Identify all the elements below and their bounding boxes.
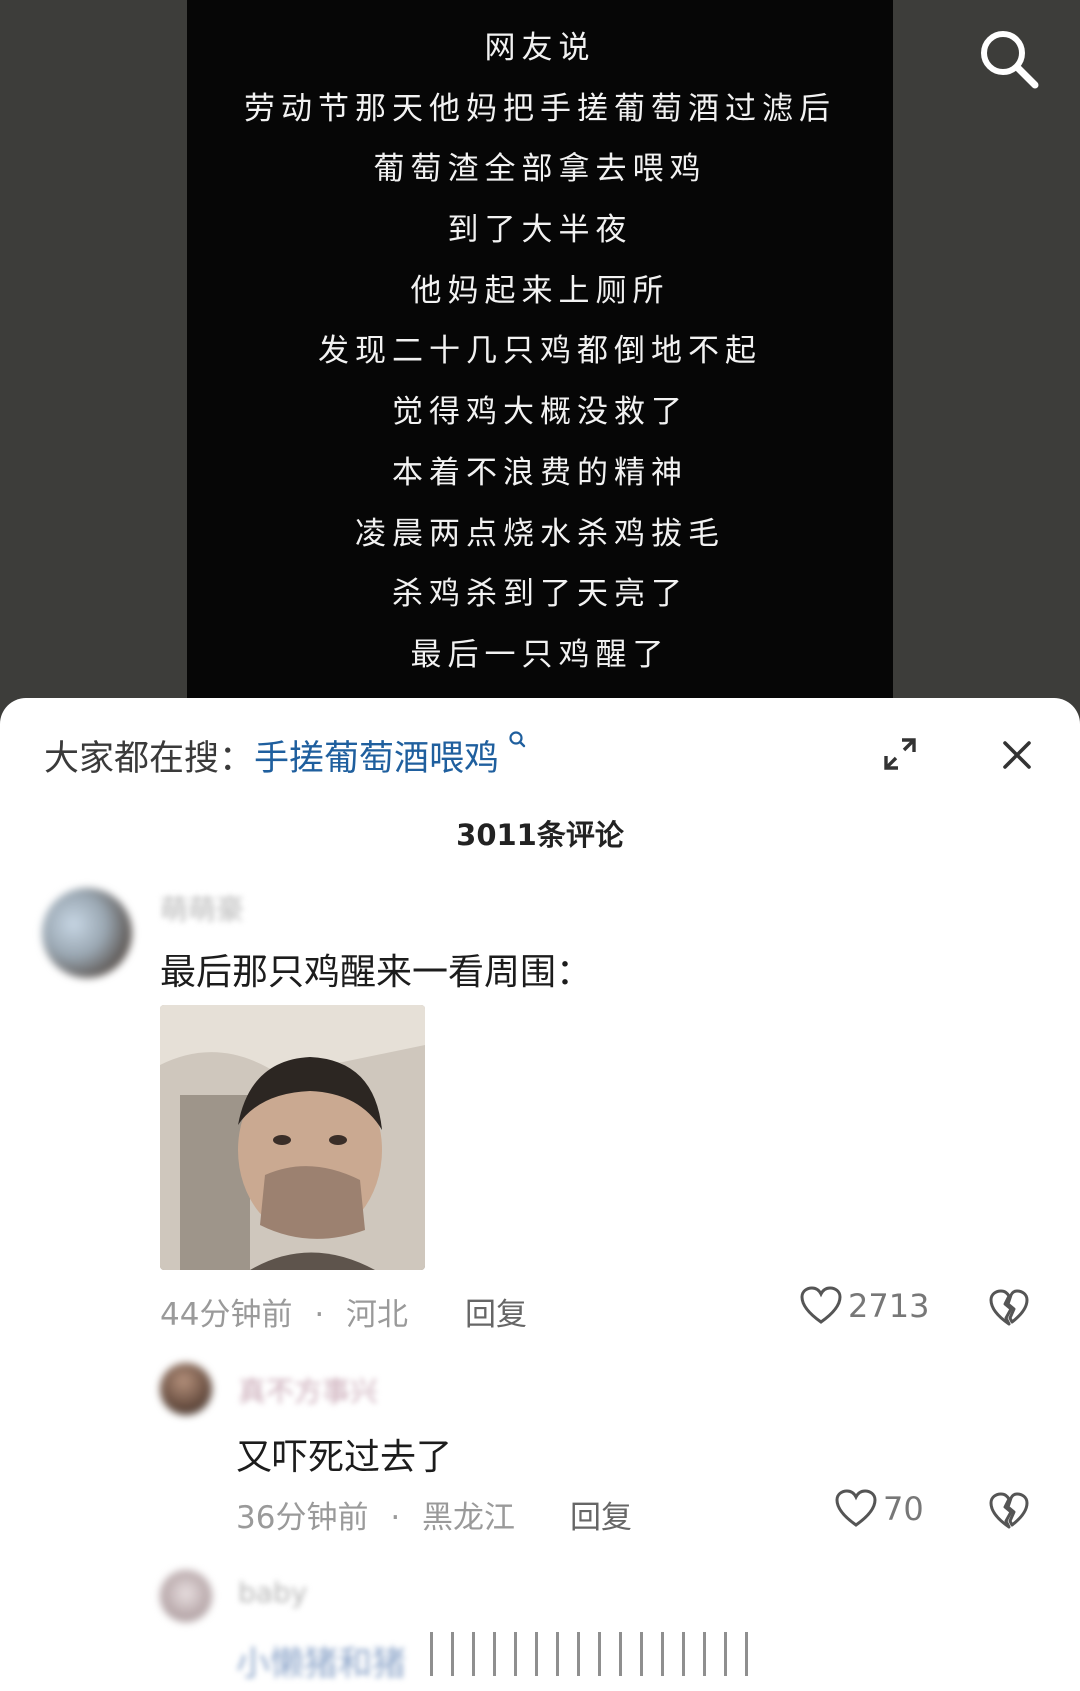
close-icon — [1003, 741, 1031, 769]
comment-location: 黑龙江 — [422, 1500, 516, 1536]
caption-line: 本着不浪费的精神 — [392, 454, 688, 491]
caption-line: 劳动节那天他妈把手搓葡萄酒过滤后 — [244, 90, 836, 127]
expand-icon — [884, 738, 916, 770]
caption-line: 最后一只鸡醒了 — [410, 636, 670, 673]
close-button[interactable] — [1000, 738, 1034, 772]
comments-sheet: 大家都在搜：手搓葡萄酒喂鸡 3011条评论 萌萌豪 最后那只鸡醒来一看周围： 4… — [0, 698, 1080, 1691]
hot-search-bar: 大家都在搜：手搓葡萄酒喂鸡 — [44, 730, 526, 781]
search-icon — [981, 31, 1039, 89]
username[interactable]: 萌萌豪 — [160, 888, 244, 928]
search-button[interactable] — [975, 25, 1045, 95]
avatar[interactable] — [160, 1570, 212, 1622]
like-button[interactable]: 2713 — [800, 1286, 929, 1326]
comment-text: 又吓死过去了 — [236, 1437, 453, 1478]
dislike-button[interactable] — [989, 1492, 1029, 1532]
comment-meta: 44分钟前 · 河北 — [160, 1289, 408, 1334]
like-count: 2713 — [848, 1287, 930, 1325]
comment-time: 36分钟前 — [236, 1500, 369, 1536]
caption-line: 到了大半夜 — [447, 212, 633, 249]
search-icon — [502, 731, 526, 757]
hot-search-keyword[interactable]: 手搓葡萄酒喂鸡 — [254, 739, 499, 779]
reply-button[interactable]: 回复 — [465, 1289, 527, 1334]
heart-icon — [800, 1286, 842, 1324]
redaction-bars — [430, 1632, 760, 1676]
meta-separator: · — [314, 1297, 325, 1333]
dislike-button[interactable] — [989, 1289, 1029, 1329]
caption-line: 杀鸡杀到了天亮了 — [392, 576, 688, 613]
comment-time: 44分钟前 — [160, 1297, 293, 1333]
hot-search-prefix: 大家都在搜： — [44, 739, 255, 779]
meta-separator: · — [390, 1500, 401, 1536]
reply-button[interactable]: 回复 — [570, 1492, 632, 1537]
avatar[interactable] — [160, 1363, 212, 1415]
like-count: 70 — [883, 1490, 924, 1528]
caption-line: 他妈起来上厕所 — [410, 272, 670, 309]
video-caption: 网友说 劳动节那天他妈把手搓葡萄酒过滤后 葡萄渣全部拿去喂鸡 到了大半夜 他妈起… — [187, 18, 893, 686]
username[interactable]: 真不方事兴 — [238, 1370, 378, 1410]
photo-content — [160, 1005, 425, 1270]
heart-icon — [835, 1489, 877, 1527]
caption-line: 觉得鸡大概没救了 — [392, 394, 688, 431]
comment-location: 河北 — [346, 1297, 409, 1333]
caption-line: 葡萄渣全部拿去喂鸡 — [373, 151, 707, 188]
comment-image[interactable] — [160, 1005, 425, 1270]
video-frame[interactable]: 网友说 劳动节那天他妈把手搓葡萄酒过滤后 葡萄渣全部拿去喂鸡 到了大半夜 他妈起… — [187, 0, 893, 700]
broken-heart-icon — [989, 1492, 1029, 1529]
username[interactable]: baby — [238, 1576, 307, 1609]
caption-line: 网友说 — [484, 30, 596, 66]
comment-count: 3011条评论 — [456, 818, 624, 852]
broken-heart-icon — [989, 1289, 1029, 1326]
like-button[interactable]: 70 — [835, 1489, 924, 1529]
expand-button[interactable] — [880, 734, 920, 774]
avatar[interactable] — [42, 888, 132, 978]
comment-meta: 36分钟前 · 黑龙江 — [236, 1492, 515, 1537]
caption-line: 凌晨两点烧水杀鸡拔毛 — [355, 515, 725, 552]
comment-text: 最后那只鸡醒来一看周围： — [160, 952, 593, 993]
comment-text: 小懒猪和猪 — [236, 1644, 406, 1684]
caption-line: 发现二十几只鸡都倒地不起 — [318, 333, 762, 370]
